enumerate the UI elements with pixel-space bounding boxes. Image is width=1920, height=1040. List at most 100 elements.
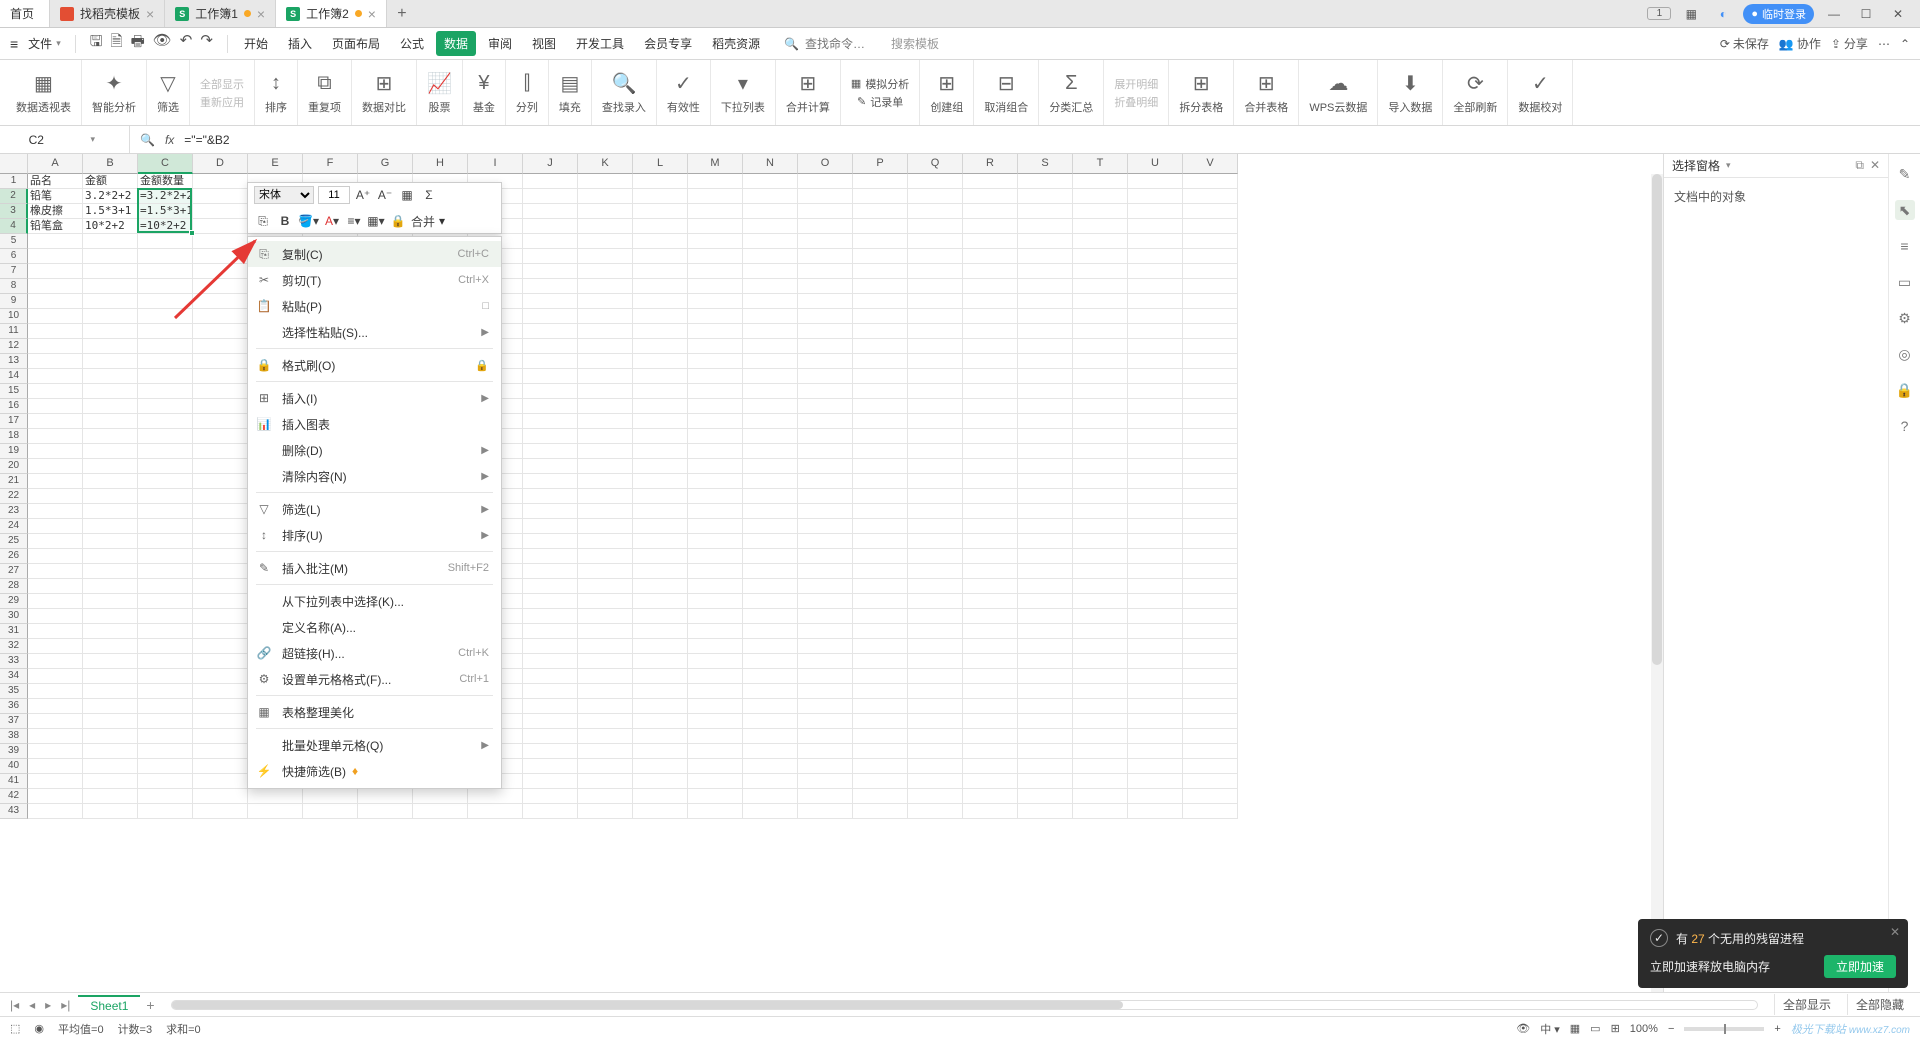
- cell[interactable]: [798, 444, 853, 459]
- column-header[interactable]: M: [688, 154, 743, 174]
- cell[interactable]: [853, 354, 908, 369]
- cell[interactable]: [1073, 204, 1128, 219]
- cell[interactable]: [193, 474, 248, 489]
- cell[interactable]: [523, 564, 578, 579]
- menu-item[interactable]: ⎘复制(C)Ctrl+C: [248, 241, 501, 267]
- cell[interactable]: [193, 669, 248, 684]
- row-header[interactable]: 10: [0, 309, 28, 324]
- cell[interactable]: [963, 234, 1018, 249]
- cell[interactable]: [688, 474, 743, 489]
- cell[interactable]: [1073, 654, 1128, 669]
- cell[interactable]: [28, 354, 83, 369]
- cell[interactable]: [963, 384, 1018, 399]
- cell[interactable]: [28, 399, 83, 414]
- cell[interactable]: [963, 459, 1018, 474]
- cell[interactable]: [908, 759, 963, 774]
- cell[interactable]: [1183, 369, 1238, 384]
- cell[interactable]: [1183, 504, 1238, 519]
- cell[interactable]: [1183, 174, 1238, 189]
- layers-icon[interactable]: ≡: [1895, 236, 1915, 256]
- select-all-corner[interactable]: [0, 154, 28, 174]
- cell[interactable]: [688, 594, 743, 609]
- cell[interactable]: [853, 234, 908, 249]
- vertical-scrollbar[interactable]: [1651, 174, 1663, 992]
- menu-formula[interactable]: 公式: [392, 31, 432, 56]
- cell[interactable]: [688, 699, 743, 714]
- ribbon-filter[interactable]: ▽筛选: [147, 60, 190, 125]
- cell[interactable]: [523, 774, 578, 789]
- menu-view[interactable]: 视图: [524, 31, 564, 56]
- cell[interactable]: [1183, 564, 1238, 579]
- cell[interactable]: [963, 309, 1018, 324]
- column-header[interactable]: L: [633, 154, 688, 174]
- cell[interactable]: [578, 279, 633, 294]
- cell[interactable]: [688, 414, 743, 429]
- cell[interactable]: [578, 744, 633, 759]
- cell[interactable]: [853, 309, 908, 324]
- cell[interactable]: [1128, 609, 1183, 624]
- menu-item[interactable]: ⚙设置单元格格式(F)...Ctrl+1: [248, 666, 501, 692]
- cell[interactable]: [1018, 534, 1073, 549]
- cell[interactable]: [853, 369, 908, 384]
- sheet-tab[interactable]: Sheet1: [78, 995, 140, 1015]
- cell[interactable]: [798, 219, 853, 234]
- cell[interactable]: [853, 459, 908, 474]
- cell[interactable]: [688, 549, 743, 564]
- cell[interactable]: [908, 309, 963, 324]
- column-header[interactable]: P: [853, 154, 908, 174]
- cell[interactable]: [633, 654, 688, 669]
- cell[interactable]: [798, 504, 853, 519]
- cell[interactable]: [1073, 279, 1128, 294]
- cell[interactable]: [138, 639, 193, 654]
- cell[interactable]: [853, 594, 908, 609]
- cell[interactable]: [908, 684, 963, 699]
- cell[interactable]: [853, 399, 908, 414]
- cell[interactable]: [798, 549, 853, 564]
- cell[interactable]: [1018, 654, 1073, 669]
- font-select[interactable]: 宋体: [254, 186, 314, 204]
- cell[interactable]: [633, 504, 688, 519]
- cell[interactable]: [83, 294, 138, 309]
- cell[interactable]: [633, 219, 688, 234]
- eye-icon[interactable]: 👁: [1516, 1022, 1530, 1035]
- row-header[interactable]: 24: [0, 519, 28, 534]
- more-icon[interactable]: ⋯: [1878, 37, 1890, 51]
- cell[interactable]: [798, 774, 853, 789]
- cell[interactable]: [688, 564, 743, 579]
- row-header[interactable]: 21: [0, 474, 28, 489]
- cell[interactable]: [633, 174, 688, 189]
- cell[interactable]: [688, 459, 743, 474]
- cell[interactable]: [963, 519, 1018, 534]
- cell[interactable]: [1073, 459, 1128, 474]
- cell[interactable]: [1183, 714, 1238, 729]
- cell[interactable]: [1018, 459, 1073, 474]
- cell[interactable]: [578, 234, 633, 249]
- cell[interactable]: [688, 204, 743, 219]
- cell[interactable]: [1018, 384, 1073, 399]
- cell[interactable]: [633, 189, 688, 204]
- cell[interactable]: [28, 534, 83, 549]
- cell[interactable]: [688, 354, 743, 369]
- cell[interactable]: [193, 789, 248, 804]
- menu-item[interactable]: ✂剪切(T)Ctrl+X: [248, 267, 501, 293]
- cell[interactable]: [1183, 789, 1238, 804]
- cell[interactable]: [523, 354, 578, 369]
- sum-icon[interactable]: Σ: [420, 186, 438, 204]
- cell[interactable]: [83, 264, 138, 279]
- cell[interactable]: [523, 624, 578, 639]
- cell[interactable]: [1018, 219, 1073, 234]
- cell[interactable]: [908, 204, 963, 219]
- cell[interactable]: [853, 519, 908, 534]
- cell[interactable]: [1073, 714, 1128, 729]
- cell[interactable]: [28, 594, 83, 609]
- cell[interactable]: [138, 459, 193, 474]
- cell[interactable]: [83, 609, 138, 624]
- cell[interactable]: [578, 264, 633, 279]
- row-header[interactable]: 33: [0, 654, 28, 669]
- cell[interactable]: [798, 804, 853, 819]
- cell[interactable]: [1073, 489, 1128, 504]
- cell[interactable]: [523, 399, 578, 414]
- column-header[interactable]: E: [248, 154, 303, 174]
- cell[interactable]: [138, 504, 193, 519]
- cell[interactable]: [688, 609, 743, 624]
